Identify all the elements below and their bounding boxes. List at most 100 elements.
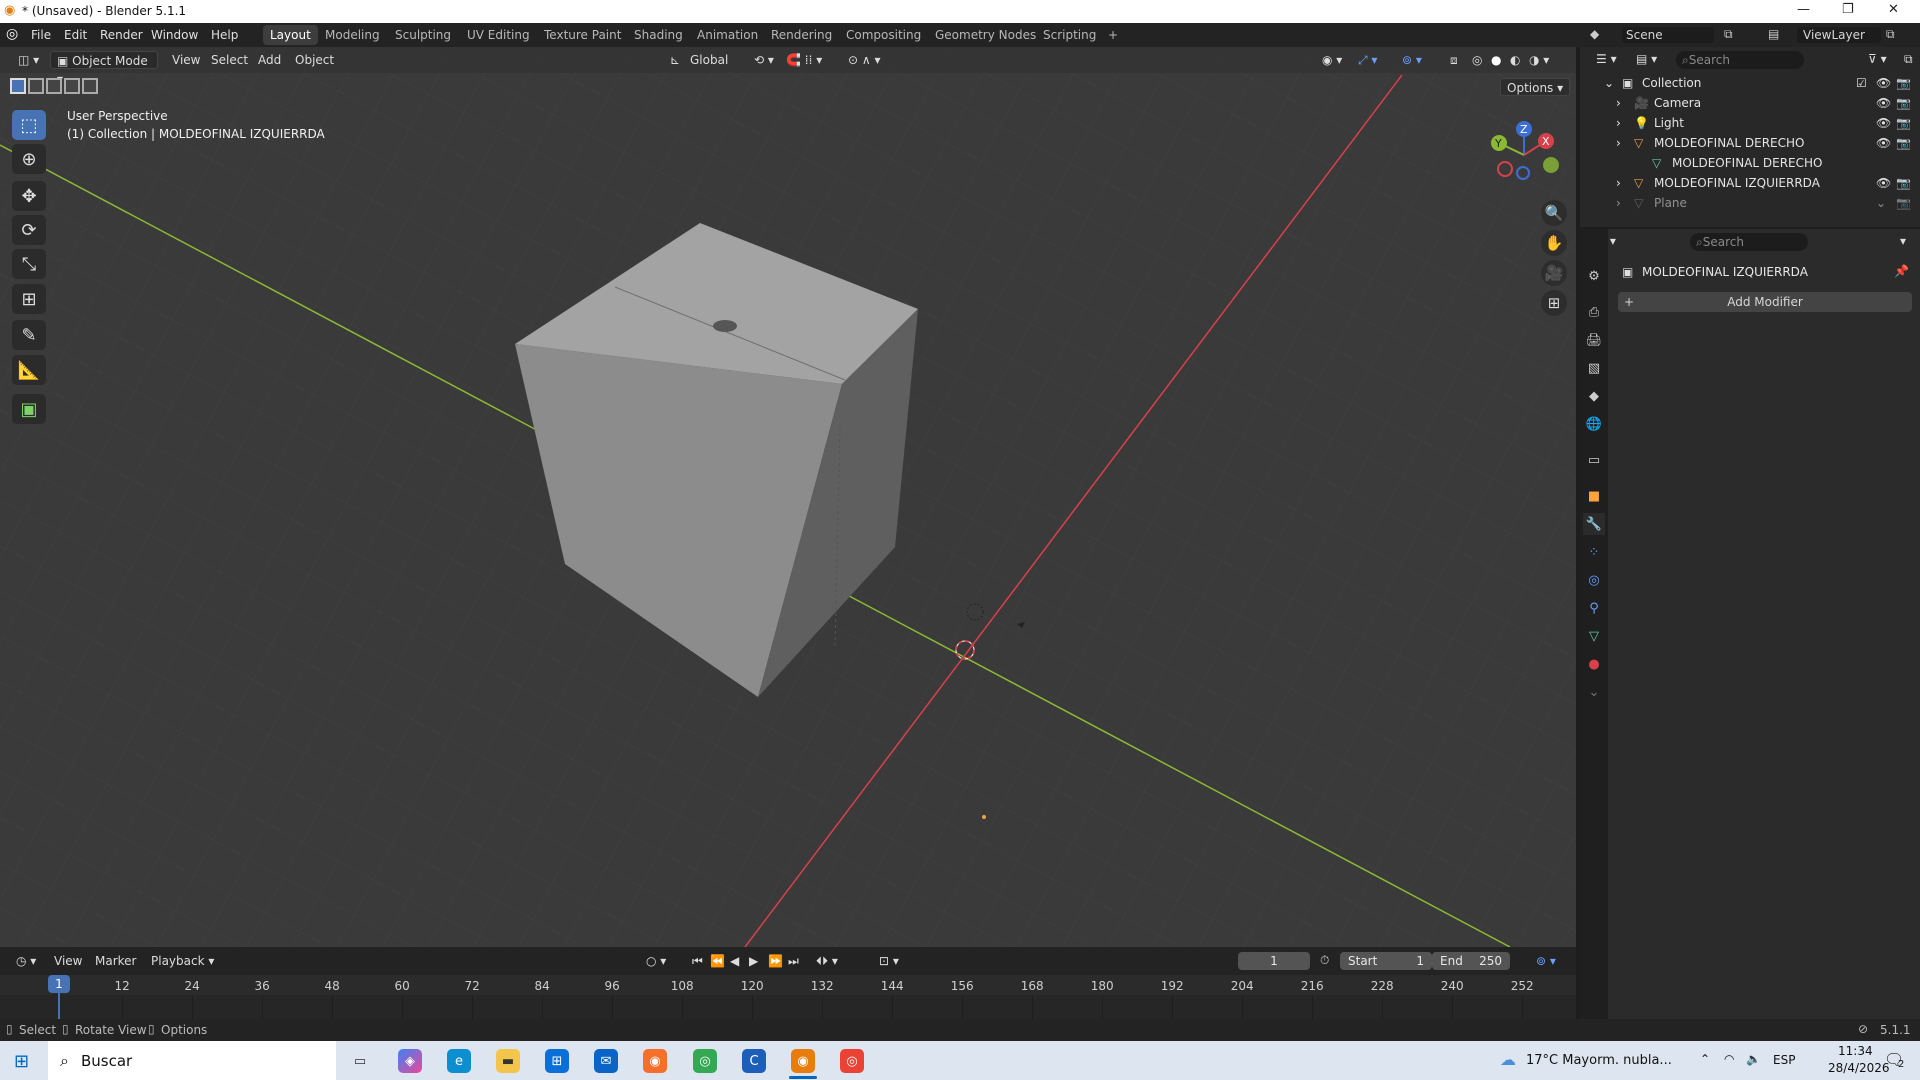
scene-selector[interactable]: Scene bbox=[1622, 27, 1714, 43]
transform-orientation-icon[interactable]: ⊾ bbox=[664, 51, 686, 69]
playhead-line[interactable] bbox=[58, 992, 60, 1019]
transform-tool[interactable]: ⊞ bbox=[12, 284, 46, 314]
end-frame-field[interactable]: End 250 bbox=[1432, 952, 1510, 970]
language-indicator[interactable]: ESP bbox=[1773, 1053, 1795, 1067]
item-render-icon[interactable]: 📷 bbox=[1896, 133, 1911, 153]
gizmo-toggle-icon[interactable]: ⤢ ▾ bbox=[1352, 51, 1383, 69]
measure-tool[interactable]: 📐 bbox=[12, 355, 46, 385]
tool-tab-icon[interactable]: ⚙ bbox=[1583, 265, 1605, 287]
material-tab-icon[interactable]: ● bbox=[1583, 653, 1605, 675]
item-visibility-icon[interactable]: 👁 bbox=[1876, 93, 1891, 113]
tab-texture-paint[interactable]: Texture Paint bbox=[537, 25, 628, 45]
tab-sculpting[interactable]: Sculpting bbox=[388, 25, 458, 45]
expand-icon[interactable]: › bbox=[1616, 193, 1621, 213]
menu-select[interactable]: Select bbox=[205, 51, 254, 69]
display-mode-icon[interactable]: ▤ ▾ bbox=[1630, 50, 1663, 68]
camera-view-icon[interactable]: 🎥 bbox=[1541, 260, 1567, 286]
item-visibility-icon[interactable]: 👁 bbox=[1876, 113, 1891, 133]
expand-icon[interactable]: › bbox=[1616, 173, 1621, 193]
options-dropdown[interactable]: Options ▾ bbox=[1500, 78, 1571, 96]
expand-icon[interactable]: › bbox=[1616, 93, 1621, 113]
gizmo-neg-z[interactable] bbox=[1516, 166, 1530, 180]
tab-shading[interactable]: Shading bbox=[627, 25, 690, 45]
outliner-row-item[interactable]: › 🎥 Camera 👁 📷 bbox=[1580, 93, 1920, 113]
item-visibility-icon[interactable]: 👁 bbox=[1876, 173, 1891, 193]
properties-search-input[interactable]: ⌕ Search bbox=[1690, 233, 1808, 251]
timeline-menu-view[interactable]: View bbox=[48, 952, 88, 970]
menu-add[interactable]: Add bbox=[252, 51, 287, 69]
viewport-scene[interactable] bbox=[0, 47, 1576, 947]
new-collection-icon[interactable]: ⧉ bbox=[1898, 50, 1919, 68]
view-layer-selector[interactable]: ViewLayer bbox=[1797, 27, 1881, 43]
menu-file[interactable]: File bbox=[31, 28, 51, 42]
transform-orientation-selector[interactable]: Global bbox=[684, 51, 734, 69]
new-view-layer-icon[interactable]: ⧉ bbox=[1886, 27, 1895, 42]
preview-range-icon[interactable]: ⏱ bbox=[1320, 953, 1329, 968]
menu-render[interactable]: Render bbox=[100, 28, 143, 42]
tab-rendering[interactable]: Rendering bbox=[764, 25, 839, 45]
physics-tab-icon[interactable]: ◎ bbox=[1583, 569, 1605, 591]
timeline-ruler[interactable] bbox=[0, 975, 1576, 1019]
outliner-row-item[interactable]: ▽ MOLDEOFINAL DERECHO bbox=[1580, 153, 1920, 173]
outliner-row-collection[interactable]: ⌄ ▣ Collection ☑ 👁 📷 bbox=[1580, 73, 1920, 93]
more-tabs-icon[interactable]: ⌄ bbox=[1583, 681, 1605, 703]
outliner-editor-type-icon[interactable]: ☰ ▾ bbox=[1590, 50, 1623, 68]
wifi-icon[interactable]: ◠ bbox=[1724, 1052, 1734, 1066]
blender-menu-icon[interactable]: ◎ bbox=[6, 26, 18, 42]
select-extend-icon[interactable] bbox=[28, 78, 44, 94]
render-tab-icon[interactable]: ⎙ bbox=[1583, 301, 1605, 323]
outliner-search-input[interactable]: ⌕ Search bbox=[1676, 51, 1804, 69]
proportional-edit-icon[interactable]: ⊙ ∧ ▾ bbox=[842, 51, 887, 69]
item-render-icon[interactable]: 📷 bbox=[1896, 113, 1911, 133]
tray-chevron-icon[interactable]: ⌃ bbox=[1700, 1052, 1710, 1066]
item-render-icon[interactable]: 📷 bbox=[1896, 93, 1911, 113]
item-render-icon[interactable]: 📷 bbox=[1896, 173, 1911, 193]
outlook-icon[interactable]: ✉ bbox=[594, 1049, 618, 1073]
outliner-row-item[interactable]: › ▽ Plane ⌄ 📷 bbox=[1580, 193, 1920, 213]
outliner-row-item[interactable]: › ▽ MOLDEOFINAL IZQUIERRDA 👁 📷 bbox=[1580, 173, 1920, 193]
tab-compositing[interactable]: Compositing bbox=[839, 25, 928, 45]
menu-edit[interactable]: Edit bbox=[64, 28, 87, 42]
scale-tool[interactable]: ⤡ bbox=[12, 249, 46, 279]
copilot-icon[interactable]: ◈ bbox=[398, 1049, 422, 1073]
rendered-shading-icon[interactable]: ◑ ▾ bbox=[1523, 51, 1555, 69]
file-explorer-icon[interactable]: ▬ bbox=[496, 1049, 520, 1073]
keying-set-icon[interactable]: ⊡ ▾ bbox=[873, 952, 905, 970]
minimize-button[interactable]: — bbox=[1797, 2, 1810, 17]
current-frame-field[interactable]: 1 bbox=[1238, 952, 1310, 970]
new-scene-icon[interactable]: ⧉ bbox=[1724, 27, 1733, 42]
timeline-menu-playback[interactable]: Playback ▾ bbox=[145, 952, 220, 970]
firefox-icon[interactable]: ◉ bbox=[643, 1049, 667, 1073]
clock-date[interactable]: 28/4/2026 bbox=[1828, 1061, 1890, 1075]
app-c-icon[interactable]: C bbox=[742, 1049, 766, 1073]
blender-taskbar-icon[interactable]: ◉ bbox=[791, 1049, 815, 1073]
tab-scripting[interactable]: Scripting bbox=[1036, 25, 1103, 45]
mode-selector[interactable]: ▣ Object Mode ▾ bbox=[50, 51, 158, 86]
item-visibility-icon[interactable]: 👁 bbox=[1876, 133, 1891, 153]
collection-visibility-icon[interactable]: 👁 bbox=[1876, 73, 1891, 93]
modifier-tab-icon[interactable]: 🔧 bbox=[1583, 513, 1605, 535]
weather-text[interactable]: 17°C Mayorm. nubla... bbox=[1526, 1053, 1672, 1068]
auto-keying-icon[interactable]: ○ ▾ bbox=[640, 952, 672, 970]
select-invert-icon[interactable] bbox=[64, 78, 80, 94]
pivot-point-icon[interactable]: ⟲ ▾ bbox=[748, 51, 780, 69]
rotate-tool[interactable]: ⟳ bbox=[12, 215, 46, 245]
gizmo-neg-y[interactable] bbox=[1543, 157, 1559, 173]
expand-icon[interactable]: › bbox=[1616, 133, 1621, 153]
snap-icon[interactable]: 🧲 ⁞⁞ ▾ bbox=[780, 51, 828, 69]
properties-options-icon[interactable]: ▾ bbox=[1894, 232, 1912, 250]
select-intersect-icon[interactable] bbox=[82, 78, 98, 94]
tab-layout[interactable]: Layout bbox=[263, 25, 318, 45]
collection-checkbox[interactable]: ☑ bbox=[1856, 73, 1867, 93]
editor-type-icon[interactable]: ◫ ▾ bbox=[12, 51, 45, 69]
add-cube-tool[interactable]: ▣ bbox=[12, 394, 46, 424]
perspective-toggle-icon[interactable]: ⊞ bbox=[1541, 290, 1567, 316]
menu-window[interactable]: Window bbox=[151, 28, 198, 42]
annotate-tool[interactable]: ✎ bbox=[12, 320, 46, 350]
outliner-row-item[interactable]: › 💡 Light 👁 📷 bbox=[1580, 113, 1920, 133]
timeline-editor-type-icon[interactable]: ◷ ▾ bbox=[10, 952, 42, 970]
timeline-overlays-icon[interactable]: ⊚ ▾ bbox=[1530, 952, 1562, 970]
chrome-icon[interactable]: ◎ bbox=[693, 1049, 717, 1073]
gizmo-neg-x[interactable] bbox=[1497, 161, 1513, 177]
taskbar-search[interactable]: ⌕ Buscar bbox=[48, 1041, 336, 1080]
